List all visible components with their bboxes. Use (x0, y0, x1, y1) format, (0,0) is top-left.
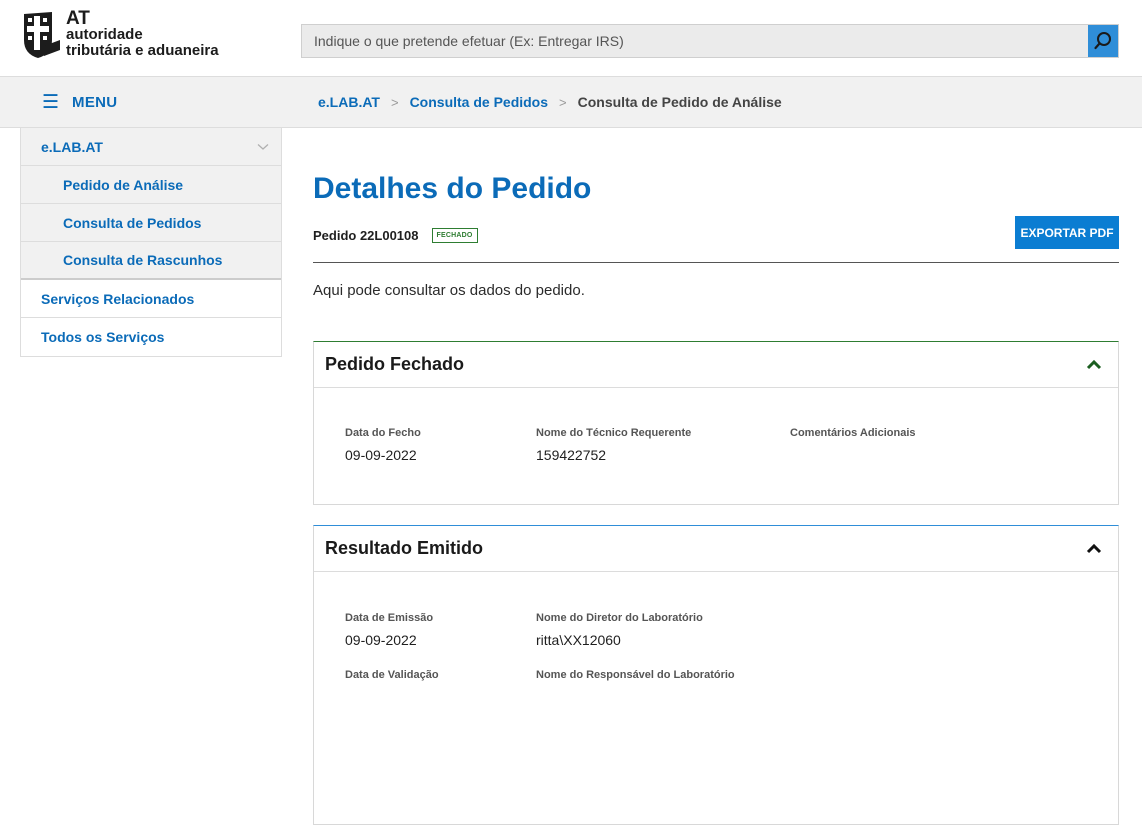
card-title: Resultado Emitido (325, 538, 484, 558)
field-label: Comentários Adicionais (790, 427, 916, 439)
field-value: 09-09-2022 (345, 632, 417, 648)
logo-text: AT autoridade tributária e aduaneira (66, 8, 219, 59)
card-header: Pedido Fechado (314, 342, 1118, 388)
collapse-toggle[interactable] (1086, 359, 1102, 370)
field-value: 09-09-2022 (345, 447, 417, 463)
at-logo[interactable]: AT autoridade tributária e aduaneira (22, 8, 219, 60)
field-label: Nome do Responsável do Laboratório (536, 669, 735, 681)
chevron-up-icon (1086, 543, 1102, 554)
breadcrumb-current: Consulta de Pedido de Análise (577, 94, 782, 110)
sidebar-section-elab[interactable]: e.LAB.AT (21, 128, 281, 166)
divider (313, 262, 1119, 263)
logo-line-3: tributária e aduaneira (66, 42, 219, 59)
field-data-validacao: Data de Validação (345, 669, 439, 681)
sidebar-item-consulta-pedidos[interactable]: Consulta de Pedidos (21, 204, 281, 242)
card-header: Resultado Emitido (314, 526, 1118, 572)
chevron-up-icon (1086, 359, 1102, 370)
sidebar-section-label: e.LAB.AT (41, 138, 103, 155)
hamburger-icon: ☰ (42, 91, 60, 113)
pedido-row: Pedido 22L00108 FECHADO (313, 228, 478, 243)
breadcrumb-separator: > (390, 94, 399, 110)
breadcrumb-separator: > (559, 94, 567, 110)
field-diretor-laboratorio: Nome do Diretor do Laboratório ritta\XX1… (536, 612, 703, 648)
status-badge: FECHADO (431, 228, 478, 243)
field-label: Data do Fecho (345, 427, 421, 439)
sidebar-item-pedido-analise[interactable]: Pedido de Análise (21, 166, 281, 204)
export-pdf-button[interactable]: EXPORTAR PDF (1015, 216, 1119, 249)
logo-line-1: AT (66, 8, 90, 29)
field-responsavel-laboratorio: Nome do Responsável do Laboratório (536, 669, 735, 681)
sidebar-item-servicos-relacionados[interactable]: Serviços Relacionados (21, 280, 281, 318)
search-icon (1094, 32, 1111, 50)
search-input[interactable] (302, 25, 1088, 57)
breadcrumb-link-consulta-pedidos[interactable]: Consulta de Pedidos (410, 94, 548, 110)
field-data-fecho: Data do Fecho 09-09-2022 (345, 427, 421, 463)
field-value: 159422752 (536, 447, 607, 463)
card-resultado-emitido: Resultado Emitido Data de Emissão 09-09-… (313, 525, 1119, 825)
field-comentarios: Comentários Adicionais (790, 427, 916, 447)
top-header: AT autoridade tributária e aduaneira (0, 0, 1142, 76)
logo-line-2: autoridade (66, 26, 143, 43)
breadcrumb-link-elab[interactable]: e.LAB.AT (318, 94, 380, 110)
pedido-number: Pedido 22L00108 (313, 228, 419, 243)
field-label: Data de Validação (345, 669, 439, 681)
intro-text: Aqui pode consultar os dados do pedido. (313, 282, 585, 299)
collapse-toggle[interactable] (1086, 543, 1102, 554)
sidebar-item-todos-servicos[interactable]: Todos os Serviços (21, 318, 281, 356)
sidebar: e.LAB.AT Pedido de Análise Consulta de P… (20, 128, 282, 357)
menu-label: MENU (72, 93, 118, 111)
field-label: Nome do Técnico Requerente (536, 427, 692, 439)
search-box (301, 24, 1119, 58)
card-title: Pedido Fechado (325, 354, 465, 374)
field-label: Data de Emissão (345, 612, 434, 624)
breadcrumb: e.LAB.AT > Consulta de Pedidos > Consult… (282, 76, 1142, 128)
field-tecnico-requerente: Nome do Técnico Requerente 159422752 (536, 427, 691, 463)
chevron-down-icon (257, 143, 269, 150)
page-title: Detalhes do Pedido (313, 172, 592, 205)
card-pedido-fechado: Pedido Fechado Data do Fecho 09-09-2022 … (313, 341, 1119, 505)
menu-toggle[interactable]: ☰ MENU (0, 76, 282, 128)
search-button[interactable] (1088, 25, 1118, 57)
sidebar-item-consulta-rascunhos[interactable]: Consulta de Rascunhos (21, 242, 281, 280)
at-emblem-icon (24, 12, 60, 58)
field-data-emissao: Data de Emissão 09-09-2022 (345, 612, 433, 648)
field-label: Nome do Diretor do Laboratório (536, 612, 703, 624)
field-value: ritta\XX12060 (536, 632, 621, 648)
